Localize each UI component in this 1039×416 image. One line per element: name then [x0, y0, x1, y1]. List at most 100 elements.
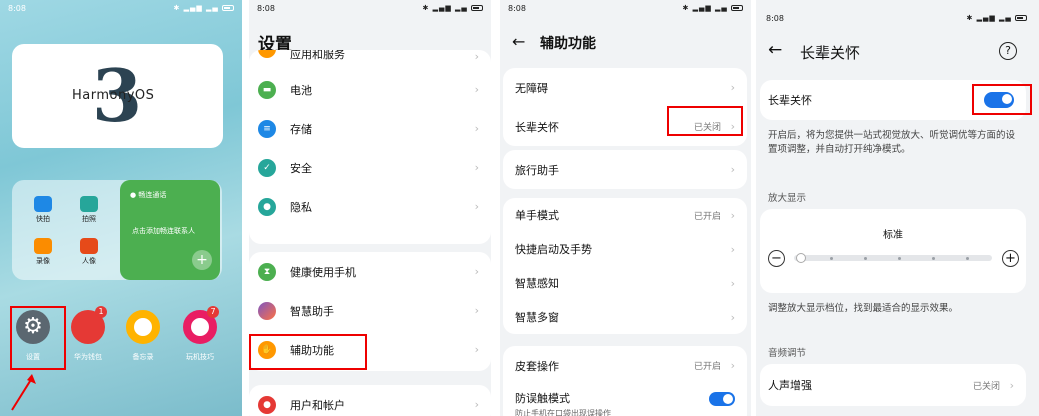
battery-icon — [731, 5, 743, 11]
chevron-right-icon: › — [474, 161, 479, 174]
settings-item-privacy[interactable]: ● 隐私 › — [249, 187, 491, 226]
back-arrow-icon[interactable]: ← — [768, 40, 782, 60]
settings-item-storage[interactable]: ≡ 存储 › — [249, 109, 491, 148]
signal-icon: ✱ ▂▄▆ ▂▄ — [967, 14, 1027, 22]
settings-item-accounts[interactable]: ● 用户和帐户 › — [249, 385, 491, 416]
settings-screen: 8:08 ✱ ▂▄▆ ▂▄ 设置 应用和服务 › ▬ 电池 › ≡ 存储 › ✓… — [249, 0, 491, 416]
accessibility-item-one-hand[interactable]: 单手模式 已开启 › — [503, 198, 747, 232]
accessibility-item-smart-sense[interactable]: 智慧感知 › — [503, 266, 747, 300]
settings-item-label: 用户和帐户 — [290, 398, 345, 412]
app-label: 快拍 — [36, 215, 50, 223]
dock-label: 玩机技巧 — [186, 353, 214, 361]
settings-item-label: 安全 — [290, 161, 312, 175]
dock-app-tips[interactable]: 7 玩机技巧 — [175, 306, 225, 362]
apps-icon — [258, 50, 276, 58]
highlight-box — [10, 306, 66, 370]
accessibility-screen: 8:08 ✱ ▂▄▆ ▂▄ ← 辅助功能 无障碍 › 长辈关怀 已关闭 › 旅行… — [500, 0, 751, 416]
app-quick-shot[interactable]: 快拍 — [18, 196, 68, 224]
settings-item-battery[interactable]: ▬ 电池 › — [249, 70, 491, 109]
app-label: 人像 — [82, 257, 96, 265]
elder-care-screen: 8:08 ✱ ▂▄▆ ▂▄ ← 长辈关怀 ? 长辈关怀 开启后，将为您提供一站式… — [756, 0, 1039, 416]
dock-app-memo[interactable]: 备忘录 — [118, 310, 168, 362]
status-bar: 8:08 ✱ ▂▄▆ ▂▄ — [508, 4, 743, 16]
anti-touch-toggle[interactable] — [709, 392, 735, 406]
settings-group-1: 应用和服务 › ▬ 电池 › ≡ 存储 › ✓ 安全 › ● 隐私 › — [249, 50, 491, 244]
assistant-icon — [258, 301, 276, 320]
add-contact-button[interactable]: + — [192, 250, 212, 270]
accessibility-item-cover[interactable]: 皮套操作 已开启 › — [503, 346, 747, 385]
chevron-right-icon: › — [474, 304, 479, 317]
chevron-right-icon: › — [730, 208, 735, 222]
harmonyos-widget[interactable]: 3 HarmonyOS — [12, 44, 223, 148]
accessibility-item-multi-window[interactable]: 智慧多窗 › — [503, 300, 747, 334]
display-hint: 调整放大显示档位，找到最适合的显示效果。 — [768, 303, 959, 314]
hourglass-icon: ⧗ — [258, 262, 276, 281]
slider-tick — [830, 257, 833, 260]
zoom-in-button[interactable]: + — [1002, 250, 1019, 267]
accessibility-item-travel[interactable]: 旅行助手 › — [503, 150, 747, 189]
settings-item-label: 智慧助手 — [290, 304, 334, 318]
status-time: 8:08 — [766, 14, 784, 23]
zoom-slider-track[interactable] — [794, 255, 992, 261]
zoom-out-button[interactable]: − — [768, 250, 785, 267]
elder-care-description: 开启后，将为您提供一站式视觉放大、听觉调优等方面的设置项调整，并自动打开纯净模式… — [768, 130, 1016, 155]
status-time: 8:08 — [257, 4, 275, 13]
chevron-right-icon: › — [730, 310, 735, 324]
chevron-right-icon: › — [474, 398, 479, 411]
highlight-box — [972, 84, 1032, 115]
page-title: 长辈关怀 — [800, 44, 861, 62]
meetime-title-text: 畅连通话 — [138, 191, 167, 199]
app-video[interactable]: 录像 — [18, 238, 68, 266]
settings-item-digital-balance[interactable]: ⧗ 健康使用手机 › — [249, 252, 491, 291]
accessibility-item-anti-touch[interactable]: 防误触模式 防止手机在口袋出现误操作 — [503, 385, 747, 416]
chevron-right-icon: › — [730, 276, 735, 290]
highlight-box — [667, 106, 743, 136]
accessibility-item-label: 智慧多窗 — [515, 311, 559, 324]
camera-quick-icon — [34, 196, 52, 212]
settings-group-3: ● 用户和帐户 › — [249, 385, 491, 416]
accessibility-item-shortcuts[interactable]: 快捷启动及手势 › — [503, 232, 747, 266]
notification-badge: 1 — [95, 306, 107, 318]
zoom-slider-knob[interactable] — [796, 253, 806, 263]
chevron-right-icon: › — [474, 50, 479, 63]
voice-enhance-row[interactable]: 人声增强 已关闭 › — [760, 364, 1026, 406]
app-photo[interactable]: 拍照 — [64, 196, 114, 224]
elder-care-toggle-label: 长辈关怀 — [768, 94, 812, 107]
accessibility-item-subtitle: 防止手机在口袋出现误操作 — [515, 409, 611, 416]
meetime-body: 点击添加畅连联系人 — [132, 227, 195, 235]
settings-item-label: 隐私 — [290, 200, 312, 214]
back-arrow-icon[interactable]: ← — [512, 32, 525, 51]
harmonyos-logo-text: HarmonyOS — [72, 88, 155, 103]
settings-item-assistant[interactable]: 智慧助手 › — [249, 291, 491, 330]
section-header-display: 放大显示 — [768, 193, 807, 204]
meetime-widget[interactable]: ● 畅连通话 点击添加畅连联系人 + — [120, 180, 220, 280]
settings-item-security[interactable]: ✓ 安全 › — [249, 148, 491, 187]
chevron-right-icon: › — [474, 83, 479, 96]
user-icon: ● — [258, 395, 276, 414]
accessibility-group-2: 旅行助手 › — [503, 150, 747, 189]
voice-enhance-label: 人声增强 — [768, 379, 812, 392]
pointer-arrow-icon — [11, 374, 36, 411]
chevron-right-icon: › — [474, 343, 479, 356]
chevron-right-icon: › — [730, 81, 735, 94]
dock-app-wallet[interactable]: 1 华为钱包 — [63, 306, 113, 362]
help-icon[interactable]: ? — [999, 42, 1017, 60]
settings-item-label: 应用和服务 — [290, 50, 345, 61]
signal-icon: ✱ ▂▄▆ ▂▄ — [423, 4, 483, 12]
battery-icon — [222, 5, 234, 11]
accessibility-group-3: 单手模式 已开启 › 快捷启动及手势 › 智慧感知 › 智慧多窗 › — [503, 198, 747, 334]
accessibility-item-label: 旅行助手 — [515, 163, 559, 177]
settings-item-label: 存储 — [290, 122, 312, 136]
app-portrait[interactable]: 人像 — [64, 238, 114, 266]
signal-icon: ✱ ▂▄▆ ▂▄ — [174, 4, 234, 12]
settings-item-label: 健康使用手机 — [290, 265, 356, 279]
video-icon — [34, 238, 52, 254]
slider-tick — [932, 257, 935, 260]
settings-item-apps[interactable]: 应用和服务 › — [249, 50, 491, 70]
accessibility-item-barrier-free[interactable]: 无障碍 › — [503, 68, 747, 107]
slider-tick — [864, 257, 867, 260]
chevron-right-icon: › — [474, 122, 479, 135]
app-label: 录像 — [36, 257, 50, 265]
accessibility-group-4: 皮套操作 已开启 › 防误触模式 防止手机在口袋出现误操作 — [503, 346, 747, 416]
meetime-title: ● 畅连通话 — [130, 191, 167, 199]
